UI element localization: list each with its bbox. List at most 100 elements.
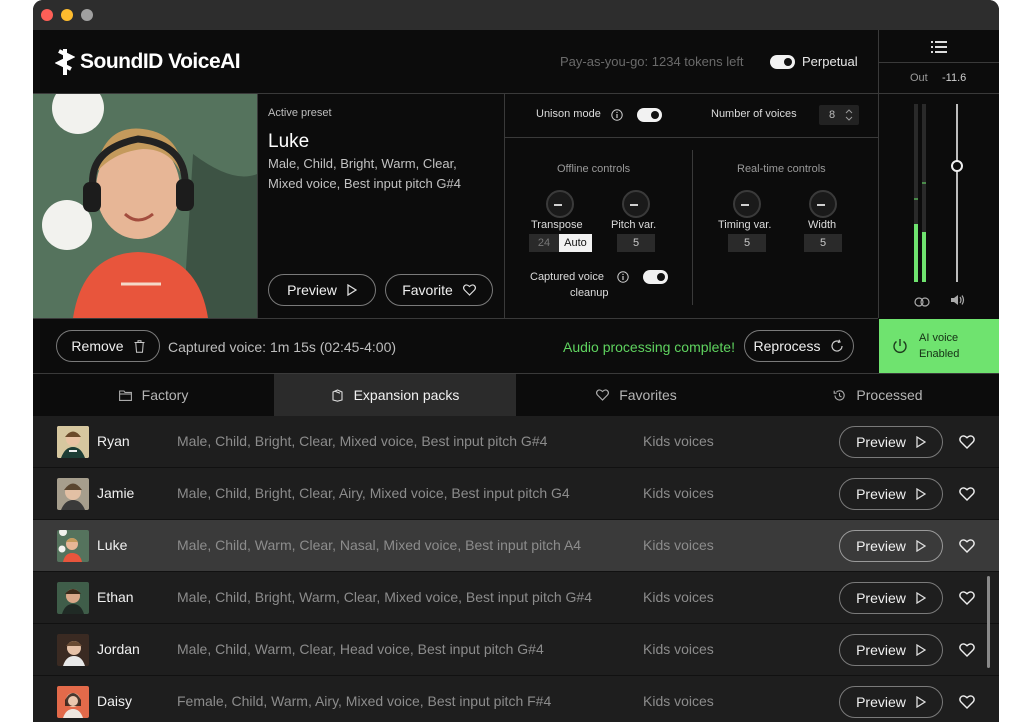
heart-icon[interactable] [957,588,977,608]
stepper-arrows-icon[interactable] [845,108,853,122]
heart-icon [462,284,476,296]
width-value[interactable]: 5 [804,234,842,252]
out-label: Out [910,72,928,84]
voice-pack: Kids voices [643,693,714,709]
voice-description: Male, Child, Bright, Warm, Clear, Mixed … [177,589,592,605]
divider [504,94,505,318]
processing-complete-text: Audio processing complete! [563,339,735,355]
voice-row[interactable]: Ethan Male, Child, Bright, Warm, Clear, … [33,572,999,624]
voice-description: Female, Child, Warm, Airy, Mixed voice, … [177,693,552,709]
voice-row[interactable]: Jordan Male, Child, Warm, Clear, Head vo… [33,624,999,676]
preset-favorite-label: Favorite [402,282,453,298]
unison-mode-label: Unison mode [536,108,601,120]
voice-preview-button[interactable]: Preview [839,634,943,666]
voice-preview-button[interactable]: Preview [839,478,943,510]
history-icon [834,389,846,401]
pitch-variation-label: Pitch var. [611,219,657,231]
voice-preview-button[interactable]: Preview [839,426,943,458]
voice-name: Ryan [97,433,130,449]
heart-icon[interactable] [957,432,977,452]
divider [692,150,693,305]
voice-pack: Kids voices [643,589,714,605]
preset-favorite-button[interactable]: Favorite [385,274,493,306]
offline-controls-title: Offline controls [557,163,631,175]
tab-processed[interactable]: Processed [757,374,999,416]
timing-variation-knob[interactable] [733,190,761,218]
captured-voice-text: Captured voice: 1m 15s (02:45-4:00) [168,339,397,355]
voice-pack: Kids voices [643,485,714,501]
tab-processed-label: Processed [856,387,923,403]
info-icon[interactable] [611,108,623,121]
active-preset-tags-line2: Mixed voice, Best input pitch G#4 [268,176,461,191]
heart-icon[interactable] [957,536,977,556]
close-window-button[interactable] [41,9,53,21]
voice-preview-label: Preview [856,434,906,450]
voice-name: Jamie [97,485,135,501]
remove-label: Remove [71,338,124,354]
tab-factory[interactable]: Factory [33,374,274,416]
speaker-icon[interactable] [950,293,966,305]
voice-row[interactable]: Daisy Female, Child, Warm, Airy, Mixed v… [33,676,999,722]
transpose-auto-button[interactable]: Auto [559,234,592,252]
preset-preview-button[interactable]: Preview [268,274,376,306]
reprocess-label: Reprocess [753,338,821,354]
tokens-text: Pay-as-you-go: 1234 tokens left [560,54,744,69]
list-scrollbar[interactable] [987,576,990,668]
play-icon [916,436,926,448]
info-icon[interactable] [617,270,629,283]
timing-variation-value[interactable]: 5 [728,234,766,252]
play-icon [916,488,926,500]
voice-preview-button[interactable]: Preview [839,686,943,718]
voice-description: Male, Child, Warm, Clear, Nasal, Mixed v… [177,537,582,553]
preset-avatar-image [33,94,257,318]
voice-row[interactable]: Ryan Male, Child, Bright, Clear, Mixed v… [33,416,999,468]
tab-factory-label: Factory [141,387,189,403]
zoom-window-button[interactable] [81,9,93,21]
output-volume-slider-track[interactable] [956,104,958,282]
voice-avatar [57,634,89,666]
number-of-voices-value: 8 [829,109,836,121]
voice-pack: Kids voices [643,537,714,553]
voice-pack: Kids voices [643,641,714,657]
heart-icon[interactable] [957,692,977,712]
heart-icon[interactable] [957,484,977,504]
unison-mode-toggle[interactable] [637,108,662,122]
output-volume-slider-handle[interactable] [951,160,963,172]
reprocess-button[interactable]: Reprocess [744,330,854,362]
timing-variation-label: Timing var. [718,219,772,231]
number-of-voices-label: Number of voices [711,108,797,120]
title-bar [33,0,999,30]
ai-voice-enable-button[interactable]: AI voice Enabled [879,319,999,373]
transpose-knob[interactable] [546,190,574,218]
menu-icon[interactable] [931,40,947,54]
remove-button[interactable]: Remove [56,330,160,362]
voice-preview-button[interactable]: Preview [839,530,943,562]
minimize-window-button[interactable] [61,9,73,21]
width-knob[interactable] [809,190,837,218]
number-of-voices-stepper[interactable]: 8 [819,105,859,125]
tab-favorites[interactable]: Favorites [516,374,757,416]
active-preset-tags-line1: Male, Child, Bright, Warm, Clear, [268,156,457,171]
cleanup-toggle[interactable] [643,270,668,284]
divider [879,93,999,94]
voice-row-selected[interactable]: Luke Male, Child, Warm, Clear, Nasal, Mi… [33,520,999,572]
tab-expansion-packs[interactable]: Expansion packs [274,374,516,416]
play-icon [347,284,357,296]
stereo-link-icon[interactable] [914,294,930,307]
app-window: SoundID VoiceAI Pay-as-you-go: 1234 toke… [33,0,999,722]
voice-preview-label: Preview [856,642,906,658]
transpose-value[interactable]: 24 [529,234,559,252]
pitch-variation-knob[interactable] [622,190,650,218]
tab-expansion-packs-label: Expansion packs [353,387,460,403]
divider [879,62,999,63]
app-logo-text: SoundID VoiceAI [80,50,241,73]
heart-icon[interactable] [957,640,977,660]
perpetual-toggle[interactable] [770,55,795,69]
pitch-variation-value[interactable]: 5 [617,234,655,252]
voice-row[interactable]: Jamie Male, Child, Bright, Clear, Airy, … [33,468,999,520]
level-meter-right [922,104,926,282]
voice-preview-button[interactable]: Preview [839,582,943,614]
voice-name: Ethan [97,589,134,605]
voice-avatar [57,582,89,614]
ai-voice-label-line2: Enabled [919,348,960,360]
